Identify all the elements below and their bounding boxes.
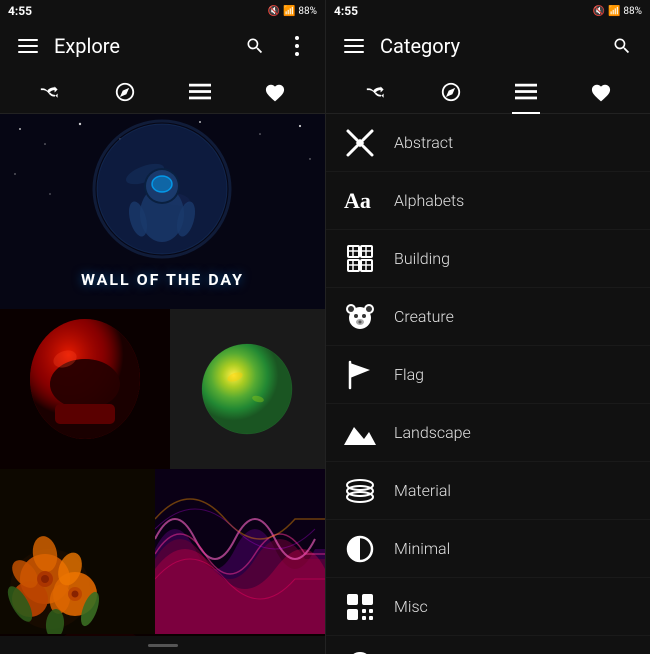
category-item-material[interactable]: Material <box>326 462 650 520</box>
minimal-label: Minimal <box>394 539 450 558</box>
list-button-right[interactable] <box>508 74 544 110</box>
shuffle-button-right[interactable] <box>358 74 394 110</box>
shuffle-button-left[interactable] <box>32 74 68 110</box>
dark-wallpaper[interactable] <box>0 634 325 636</box>
category-item-nature[interactable]: Nature <box>326 636 650 654</box>
category-item-minimal[interactable]: Minimal <box>326 520 650 578</box>
right-panel: 4:55 🔇 📶 88% Category <box>325 0 650 654</box>
flowers-wallpaper[interactable] <box>0 469 155 634</box>
abstract-icon <box>342 125 378 161</box>
grid-row-2 <box>0 309 325 469</box>
more-button-left[interactable] <box>281 30 313 62</box>
colorful-sphere-wallpaper[interactable] <box>170 309 325 469</box>
hero-wallpaper[interactable]: WALL OF THE DAY <box>0 114 325 309</box>
menu-button-left[interactable] <box>12 30 44 62</box>
creature-label: Creature <box>394 307 454 326</box>
search-button-right[interactable] <box>606 30 638 62</box>
wallpaper-grid: WALL OF THE DAY <box>0 114 325 636</box>
landscape-label: Landscape <box>394 423 471 442</box>
page-title-right: Category <box>380 34 596 58</box>
compass-button-right[interactable] <box>433 74 469 110</box>
material-label: Material <box>394 481 451 500</box>
category-item-creature[interactable]: Creature <box>326 288 650 346</box>
minimal-icon <box>342 531 378 567</box>
list-button-left[interactable] <box>182 74 218 110</box>
search-button-left[interactable] <box>239 30 271 62</box>
scroll-dot <box>148 644 178 647</box>
landscape-icon <box>342 415 378 451</box>
category-item-misc[interactable]: Misc <box>326 578 650 636</box>
flag-icon <box>342 357 378 393</box>
category-item-abstract[interactable]: Abstract <box>326 114 650 172</box>
toolbar-right <box>326 70 650 114</box>
left-panel: 4:55 🔇 📶 88% Explore <box>0 0 325 654</box>
alphabets-icon: Aa <box>342 183 378 219</box>
time-right: 4:55 <box>334 4 358 18</box>
heart-button-right[interactable] <box>583 74 619 110</box>
scroll-indicator <box>0 636 325 654</box>
status-icons-right: 🔇 📶 88% <box>593 6 642 17</box>
toolbar-left <box>0 70 325 114</box>
creature-icon <box>342 299 378 335</box>
category-item-flag[interactable]: Flag <box>326 346 650 404</box>
building-icon <box>342 241 378 277</box>
abstract-waves-wallpaper[interactable] <box>155 469 325 634</box>
category-item-building[interactable]: Building <box>326 230 650 288</box>
misc-label: Misc <box>394 597 428 616</box>
category-list: Abstract Aa Alphabets <box>326 114 650 654</box>
nature-icon <box>342 647 378 654</box>
top-bar-left: Explore <box>0 22 325 70</box>
red-helmet-wallpaper[interactable] <box>0 309 170 469</box>
heart-button-left[interactable] <box>257 74 293 110</box>
menu-button-right[interactable] <box>338 30 370 62</box>
status-icons-left: 🔇 📶 88% <box>268 6 317 17</box>
category-item-alphabets[interactable]: Aa Alphabets <box>326 172 650 230</box>
building-label: Building <box>394 249 450 268</box>
hero-text: WALL OF THE DAY <box>81 270 244 289</box>
page-title-left: Explore <box>54 34 229 58</box>
top-bar-right: Category <box>326 22 650 70</box>
alphabets-label: Alphabets <box>394 191 464 210</box>
svg-text:Aa: Aa <box>344 188 371 213</box>
time-left: 4:55 <box>8 4 32 18</box>
abstract-label: Abstract <box>394 133 453 152</box>
category-item-landscape[interactable]: Landscape <box>326 404 650 462</box>
misc-icon <box>342 589 378 625</box>
compass-button-left[interactable] <box>107 74 143 110</box>
grid-row-3 <box>0 469 325 634</box>
status-bar-right: 4:55 🔇 📶 88% <box>326 0 650 22</box>
material-icon <box>342 473 378 509</box>
flag-label: Flag <box>394 365 424 384</box>
status-bar-left: 4:55 🔇 📶 88% <box>0 0 325 22</box>
